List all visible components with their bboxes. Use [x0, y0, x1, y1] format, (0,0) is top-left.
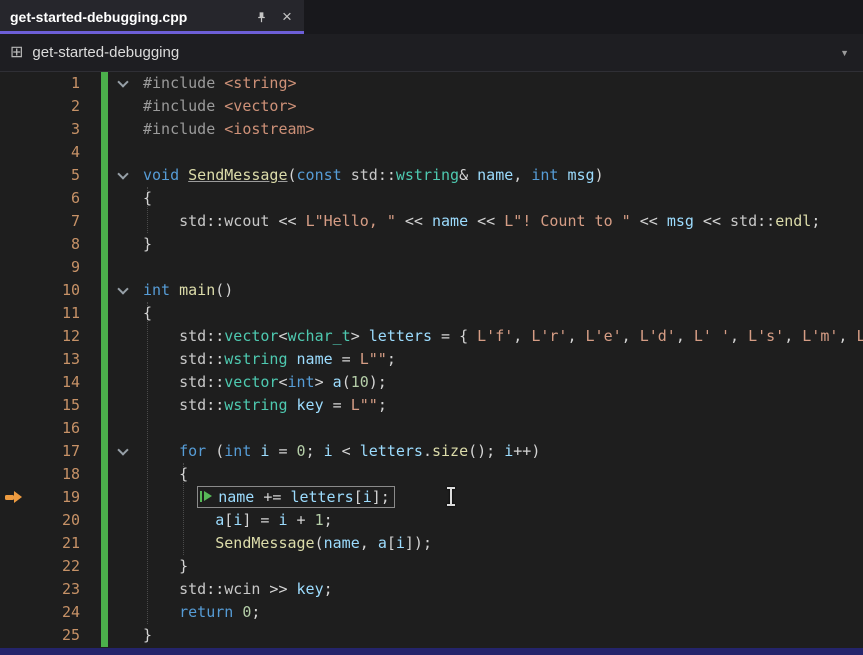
code-line[interactable]: 21 SendMessage(name, a[i]); [0, 532, 863, 555]
fold-chevron-icon[interactable] [117, 76, 128, 87]
code-line[interactable]: 5 void SendMessage(const std::wstring& na… [0, 164, 863, 187]
fold-chevron-icon[interactable] [117, 444, 128, 455]
line-number[interactable]: 22 [0, 555, 80, 578]
code-editor: 1 #include <string> 2 #include <vector> 3 #in… [0, 72, 863, 648]
code-text: std::wstring key = L""; [143, 394, 387, 417]
code-line[interactable]: 23 std::wcin >> key; [0, 578, 863, 601]
line-number[interactable]: 17 [0, 440, 80, 463]
cpp-file-icon: ⊞ [10, 45, 23, 61]
code-text: std::wstring name = L""; [143, 348, 396, 371]
code-text: a[i] = i + 1; [143, 509, 333, 532]
tab-title: get-started-debugging.cpp [10, 9, 244, 25]
line-number[interactable]: 1 [0, 72, 80, 95]
code-line[interactable]: 1 #include <string> [0, 72, 863, 95]
line-number[interactable]: 12 [0, 325, 80, 348]
navigation-bar[interactable]: ⊞ get-started-debugging ▼ [0, 34, 863, 72]
code-text: name += letters[i]; [143, 486, 395, 509]
code-line[interactable]: 3 #include <iostream> [0, 118, 863, 141]
code-line[interactable]: 19 name += letters[i]; [0, 486, 863, 509]
change-tracking-bar [101, 72, 108, 647]
line-number[interactable]: 25 [0, 624, 80, 647]
code-text: SendMessage(name, a[i]); [143, 532, 432, 555]
line-number[interactable]: 10 [0, 279, 80, 302]
code-text: std::vector<int> a(10); [143, 371, 387, 394]
code-line[interactable]: 24 return 0; [0, 601, 863, 624]
code-line[interactable]: 25} [0, 624, 863, 647]
line-number[interactable]: 14 [0, 371, 80, 394]
code-line[interactable]: 6{ [0, 187, 863, 210]
nav-file-name: get-started-debugging [32, 44, 831, 61]
code-text: #include <iostream> [143, 118, 315, 141]
code-line[interactable]: 4 [0, 141, 863, 164]
code-line[interactable]: 8} [0, 233, 863, 256]
line-number[interactable]: 8 [0, 233, 80, 256]
fold-chevron-icon[interactable] [117, 168, 128, 179]
line-number[interactable]: 21 [0, 532, 80, 555]
line-number[interactable]: 20 [0, 509, 80, 532]
code-text: { [143, 463, 188, 486]
line-number[interactable]: 5 [0, 164, 80, 187]
tab-bar: get-started-debugging.cpp × [0, 0, 863, 34]
code-area: 1 #include <string> 2 #include <vector> 3 #in… [0, 72, 863, 647]
code-line[interactable]: 7 std::wcout << L"Hello, " << name << L"… [0, 210, 863, 233]
code-line[interactable]: 9 [0, 256, 863, 279]
code-line[interactable]: 16 [0, 417, 863, 440]
document-tab[interactable]: get-started-debugging.cpp × [0, 0, 304, 34]
code-line[interactable]: 20 a[i] = i + 1; [0, 509, 863, 532]
line-number[interactable]: 9 [0, 256, 80, 279]
code-text: std::wcout << L"Hello, " << name << L"! … [143, 210, 820, 233]
line-number[interactable]: 23 [0, 578, 80, 601]
status-bar-strip [0, 648, 863, 655]
line-number[interactable]: 15 [0, 394, 80, 417]
code-line[interactable]: 18 { [0, 463, 863, 486]
line-number[interactable]: 6 [0, 187, 80, 210]
code-text: #include <vector> [143, 95, 297, 118]
code-line[interactable]: 10 int main() [0, 279, 863, 302]
code-line[interactable]: 17 for (int i = 0; i < letters.size(); i… [0, 440, 863, 463]
code-text: for (int i = 0; i < letters.size(); i++) [143, 440, 540, 463]
run-to-click-icon[interactable] [200, 491, 214, 502]
fold-chevron-icon[interactable] [117, 283, 128, 294]
code-text: } [143, 233, 152, 256]
line-number[interactable]: 3 [0, 118, 80, 141]
close-icon[interactable]: × [278, 8, 296, 26]
line-number[interactable]: 16 [0, 417, 80, 440]
code-text: int main() [143, 279, 233, 302]
code-text: std::wcin >> key; [143, 578, 333, 601]
line-number[interactable]: 19 [0, 486, 80, 509]
mouse-ibeam-cursor [446, 487, 456, 507]
vs-editor-window: get-started-debugging.cpp × ⊞ get-starte… [0, 0, 863, 655]
pin-icon[interactable] [252, 8, 270, 26]
code-text: std::vector<wchar_t> letters = { L'f', L… [143, 325, 863, 348]
line-number[interactable]: 24 [0, 601, 80, 624]
line-number[interactable]: 11 [0, 302, 80, 325]
code-line[interactable]: 15 std::wstring key = L""; [0, 394, 863, 417]
line-number[interactable]: 4 [0, 141, 80, 164]
code-text: return 0; [143, 601, 260, 624]
code-line[interactable]: 2 #include <vector> [0, 95, 863, 118]
code-text: #include <string> [143, 72, 297, 95]
code-text: { [143, 187, 152, 210]
code-text: } [143, 555, 188, 578]
line-number[interactable]: 13 [0, 348, 80, 371]
code-text: { [143, 302, 152, 325]
code-text: void SendMessage(const std::wstring& nam… [143, 164, 604, 187]
line-number[interactable]: 2 [0, 95, 80, 118]
current-statement-box: name += letters[i]; [197, 486, 395, 508]
code-line[interactable]: 11 { [0, 302, 863, 325]
code-line[interactable]: 12 std::vector<wchar_t> letters = { L'f'… [0, 325, 863, 348]
code-line[interactable]: 14 std::vector<int> a(10); [0, 371, 863, 394]
code-line[interactable]: 22 } [0, 555, 863, 578]
code-text: } [143, 624, 152, 647]
code-line[interactable]: 13 std::wstring name = L""; [0, 348, 863, 371]
line-number[interactable]: 18 [0, 463, 80, 486]
chevron-down-icon[interactable]: ▼ [840, 48, 853, 58]
line-number[interactable]: 7 [0, 210, 80, 233]
